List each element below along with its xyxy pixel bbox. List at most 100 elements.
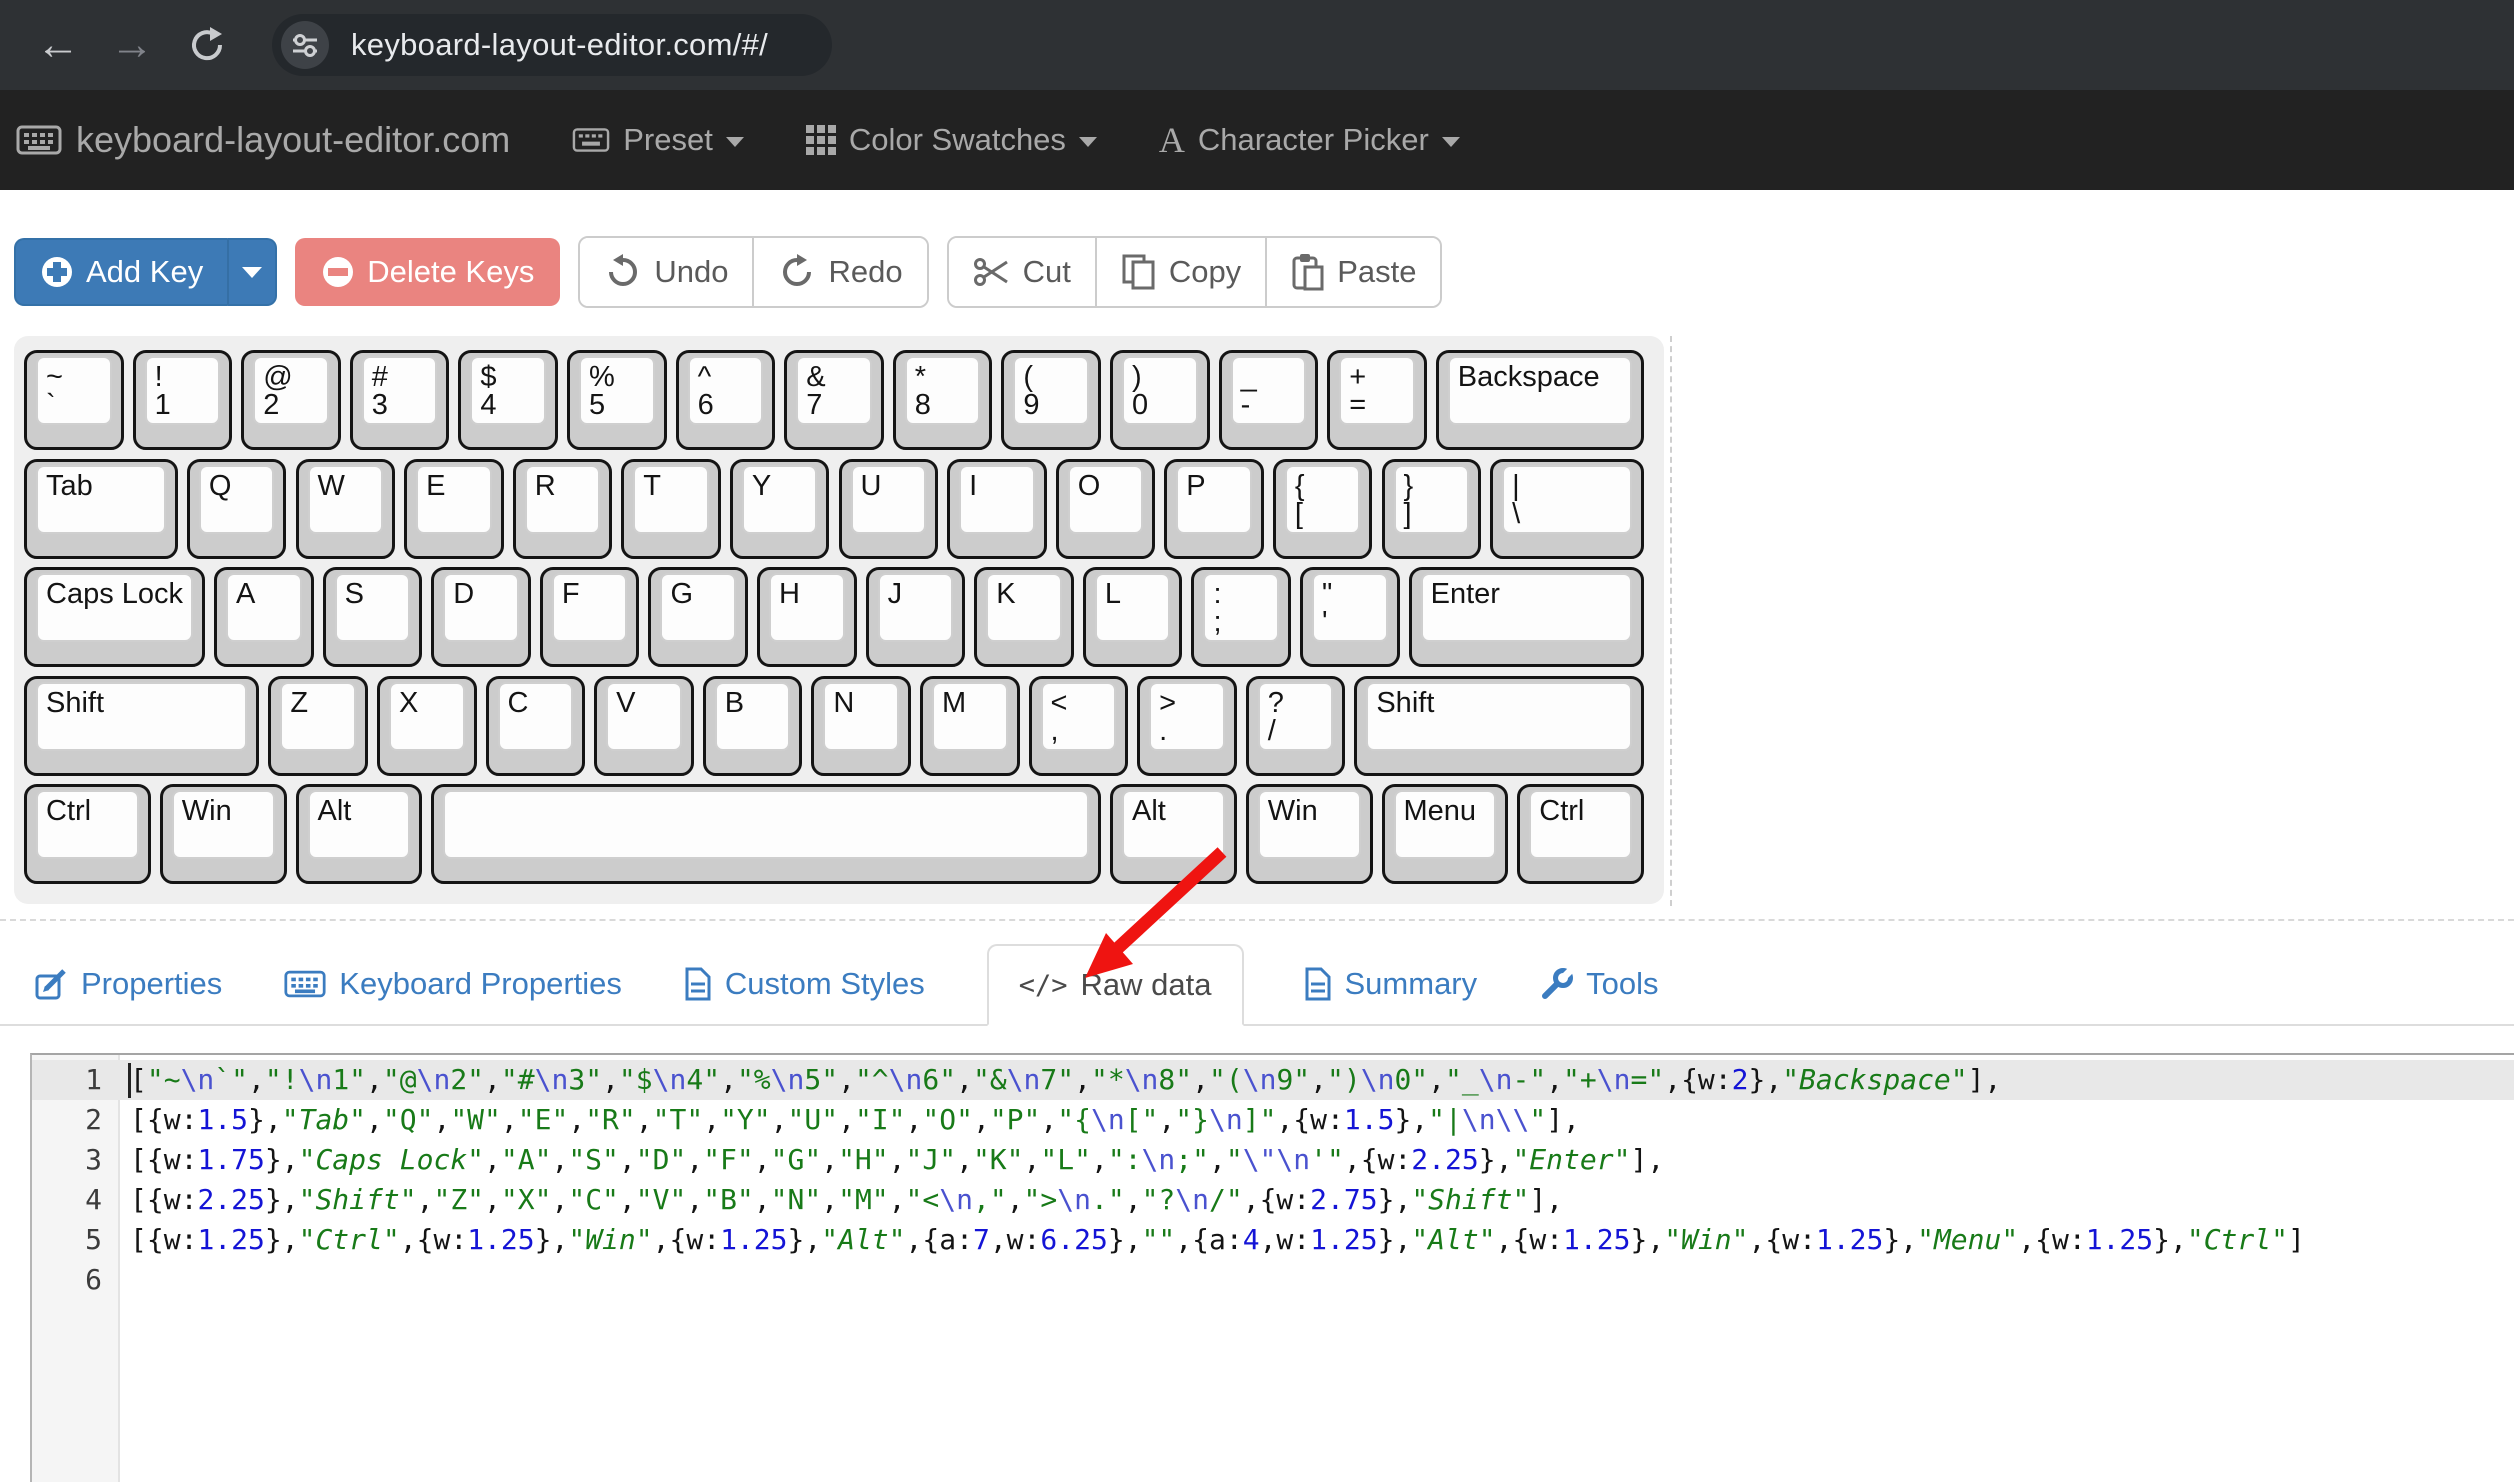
undo-button[interactable]: Undo xyxy=(580,238,752,306)
key-top-label: Y xyxy=(752,470,771,503)
keyboard-key[interactable]: U xyxy=(839,459,939,559)
url-text[interactable]: keyboard-layout-editor.com/#/ xyxy=(351,27,768,63)
tab-keyboard-properties[interactable]: Keyboard Properties xyxy=(284,944,622,1024)
keyboard-key[interactable]: @2 xyxy=(241,350,341,450)
keyboard-key[interactable]: Backspace xyxy=(1436,350,1644,450)
keycap-face: R xyxy=(525,465,601,534)
keyboard-key[interactable]: G xyxy=(648,567,748,667)
keyboard-key[interactable]: >. xyxy=(1137,676,1237,776)
keyboard-key[interactable]: Shift xyxy=(24,676,259,776)
tab-properties[interactable]: Properties xyxy=(34,944,222,1024)
address-bar[interactable]: keyboard-layout-editor.com/#/ xyxy=(272,14,832,76)
keyboard-key[interactable]: *8 xyxy=(893,350,993,450)
keyboard-key[interactable]: Shift xyxy=(1354,676,1644,776)
keyboard-key[interactable]: Win xyxy=(160,784,287,884)
code-line[interactable]: 6 xyxy=(32,1260,2514,1300)
keyboard-key[interactable]: H xyxy=(757,567,857,667)
keyboard-key[interactable]: P xyxy=(1164,459,1264,559)
keyboard-key[interactable]: :; xyxy=(1191,567,1291,667)
keyboard-key[interactable]: !1 xyxy=(133,350,233,450)
keyboard-key[interactable]: ?/ xyxy=(1246,676,1346,776)
delete-keys-button[interactable]: Delete Keys xyxy=(295,238,560,306)
code-line[interactable]: 4[{w:2.25},"Shift","Z","X","C","V","B","… xyxy=(32,1180,2514,1220)
keyboard-key[interactable]: Alt xyxy=(1110,784,1237,884)
keyboard-key[interactable]: Menu xyxy=(1382,784,1509,884)
keyboard-key[interactable]: F xyxy=(540,567,640,667)
key-bottom-label: 1 xyxy=(155,389,171,422)
keyboard-key[interactable]: A xyxy=(214,567,314,667)
key-bottom-label: 0 xyxy=(1132,389,1148,422)
keyboard-key[interactable]: &7 xyxy=(784,350,884,450)
keyboard-key[interactable]: <, xyxy=(1029,676,1129,776)
keyboard-key[interactable] xyxy=(431,784,1101,884)
browser-forward-icon[interactable]: → xyxy=(104,20,160,70)
keyboard-key[interactable]: |\ xyxy=(1490,459,1644,559)
keyboard-key[interactable]: _- xyxy=(1219,350,1319,450)
site-settings-icon[interactable] xyxy=(281,21,329,69)
brand[interactable]: keyboard-layout-editor.com xyxy=(16,119,510,161)
keyboard-key[interactable]: ~` xyxy=(24,350,124,450)
keyboard-key[interactable]: Ctrl xyxy=(1517,784,1644,884)
keyboard-key[interactable]: Caps Lock xyxy=(24,567,205,667)
keyboard-key[interactable]: M xyxy=(920,676,1020,776)
keyboard-key[interactable]: N xyxy=(811,676,911,776)
tab-tools[interactable]: Tools xyxy=(1539,944,1658,1024)
key-top-label: Alt xyxy=(318,795,352,828)
keyboard-key[interactable]: Tab xyxy=(24,459,178,559)
cut-button[interactable]: Cut xyxy=(949,238,1095,306)
keyboard-key[interactable]: %5 xyxy=(567,350,667,450)
browser-reload-icon[interactable] xyxy=(180,25,236,65)
keyboard-key[interactable]: V xyxy=(594,676,694,776)
keyboard-key[interactable]: X xyxy=(377,676,477,776)
menu-color-swatches[interactable]: Color Swatches xyxy=(806,122,1097,158)
keyboard-key[interactable]: Z xyxy=(268,676,368,776)
keyboard-key[interactable]: Win xyxy=(1246,784,1373,884)
tab-custom-styles[interactable]: Custom Styles xyxy=(684,944,925,1024)
code-line[interactable]: 5[{w:1.25},"Ctrl",{w:1.25},"Win",{w:1.25… xyxy=(32,1220,2514,1260)
keyboard-key[interactable]: D xyxy=(431,567,531,667)
menu-character-picker[interactable]: A Character Picker xyxy=(1159,122,1460,158)
keyboard-key[interactable]: #3 xyxy=(350,350,450,450)
keyboard-key[interactable]: L xyxy=(1083,567,1183,667)
keycap-face: Alt xyxy=(1122,790,1225,859)
keyboard-key[interactable]: $4 xyxy=(458,350,558,450)
keyboard-key[interactable]: += xyxy=(1327,350,1427,450)
browser-back-icon[interactable]: ← xyxy=(30,20,86,70)
raw-data-editor[interactable]: 1["~\n`","!\n1","@\n2","#\n3","$\n4","%\… xyxy=(30,1053,2514,1482)
keyboard-key[interactable]: (9 xyxy=(1001,350,1101,450)
keyboard-key[interactable]: ^6 xyxy=(676,350,776,450)
paste-button[interactable]: Paste xyxy=(1265,238,1440,306)
keyboard-key[interactable]: Y xyxy=(730,459,830,559)
keyboard-key[interactable]: S xyxy=(323,567,423,667)
code-lines[interactable]: 1["~\n`","!\n1","@\n2","#\n3","$\n4","%\… xyxy=(32,1060,2514,1300)
menu-preset[interactable]: Preset xyxy=(572,122,744,158)
keyboard-key[interactable]: }] xyxy=(1382,459,1482,559)
keyboard-key[interactable]: Q xyxy=(187,459,287,559)
keyboard-key[interactable]: K xyxy=(974,567,1074,667)
copy-button[interactable]: Copy xyxy=(1095,238,1265,306)
keyboard-key[interactable]: Ctrl xyxy=(24,784,151,884)
code-line[interactable]: 3[{w:1.75},"Caps Lock","A","S","D","F","… xyxy=(32,1140,2514,1180)
code-line[interactable]: 2[{w:1.5},"Tab","Q","W","E","R","T","Y",… xyxy=(32,1100,2514,1140)
add-key-button[interactable]: Add Key xyxy=(14,238,227,306)
keyboard-key[interactable]: W xyxy=(296,459,396,559)
code-line[interactable]: 1["~\n`","!\n1","@\n2","#\n3","$\n4","%\… xyxy=(32,1060,2514,1100)
keyboard-key[interactable]: C xyxy=(486,676,586,776)
keyboard-key[interactable]: O xyxy=(1056,459,1156,559)
keyboard-key[interactable]: J xyxy=(866,567,966,667)
key-bottom-label: - xyxy=(1241,389,1251,422)
keyboard-key[interactable]: E xyxy=(404,459,504,559)
keyboard-key[interactable]: I xyxy=(947,459,1047,559)
keyboard-key[interactable]: )0 xyxy=(1110,350,1210,450)
tab-raw-data[interactable]: </> Raw data xyxy=(987,944,1244,1026)
tab-summary[interactable]: Summary xyxy=(1304,944,1478,1024)
keyboard-key[interactable]: Enter xyxy=(1409,567,1644,667)
keyboard-key[interactable]: T xyxy=(621,459,721,559)
keyboard-key[interactable]: {[ xyxy=(1273,459,1373,559)
keyboard-key[interactable]: R xyxy=(513,459,613,559)
keyboard-key[interactable]: B xyxy=(703,676,803,776)
keyboard-key[interactable]: "' xyxy=(1300,567,1400,667)
redo-button[interactable]: Redo xyxy=(752,238,926,306)
add-key-dropdown-button[interactable] xyxy=(227,238,277,306)
keyboard-key[interactable]: Alt xyxy=(296,784,423,884)
